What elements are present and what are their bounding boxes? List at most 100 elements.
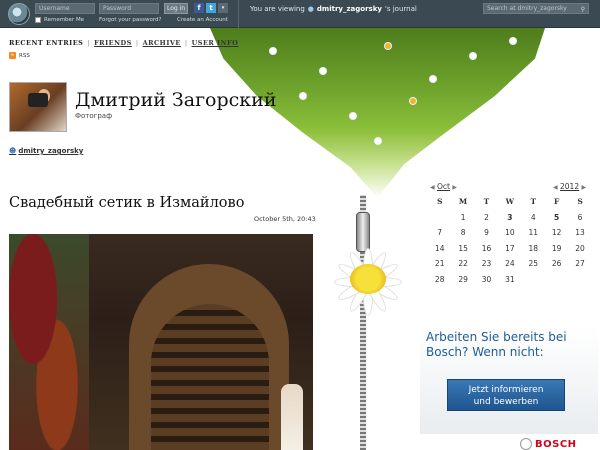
viewing-suffix: 's journal — [384, 5, 417, 13]
photo-figure — [281, 384, 303, 450]
calendar-day: 1 — [460, 212, 466, 222]
username-input[interactable]: Username — [35, 3, 95, 14]
username-label: dmitry_zagorsky — [18, 147, 84, 155]
bosch-wordmark: BOSCH — [535, 438, 577, 450]
calendar-day: 20 — [575, 243, 585, 253]
nav-separator: | — [184, 39, 188, 47]
ad-cta-line1: Jetzt informieren — [468, 385, 544, 395]
username-link[interactable]: ☻ dmitry_zagorsky — [9, 147, 83, 155]
calendar-day: 9 — [484, 228, 489, 238]
calendar-day: 4 — [530, 212, 536, 222]
nav-recent-entries[interactable]: RECENT ENTRIES — [9, 39, 83, 47]
nav-separator: | — [87, 39, 91, 47]
ad-headline: Arbeiten Sie bereits bei Bosch? Wenn nic… — [426, 330, 567, 359]
calendar-day: 25 — [528, 259, 539, 269]
calendar-day: 23 — [481, 259, 492, 269]
chevron-right-icon[interactable]: ▶ — [582, 184, 587, 191]
calendar-week-row: 14 15 16 17 18 19 20 — [428, 241, 592, 257]
calendar-day: 27 — [575, 259, 585, 269]
user-icon: ☻ — [9, 147, 17, 155]
chevron-down-icon[interactable]: ▾ — [218, 3, 228, 13]
journal-subtitle: Фотограф — [75, 112, 113, 120]
flower-decoration — [270, 48, 276, 54]
calendar-day: 26 — [551, 259, 562, 269]
bosch-ad[interactable]: Arbeiten Sie bereits bei Bosch? Wenn nic… — [420, 326, 598, 434]
calendar-weekday: T — [530, 197, 537, 207]
calendar-month[interactable]: Oct — [437, 182, 450, 191]
create-account-link[interactable]: Create an Account — [177, 17, 228, 23]
calendar-day: 6 — [577, 212, 583, 222]
nav-archive[interactable]: ARCHIVE — [143, 39, 181, 47]
nav-friends[interactable]: FRIENDS — [94, 39, 132, 47]
photo-foliage — [9, 234, 89, 450]
entry-photo[interactable] — [9, 234, 313, 450]
calendar-weekday: F — [553, 197, 560, 207]
flower-decoration — [510, 38, 516, 44]
calendar-weekday: T — [483, 197, 490, 207]
flower-decoration — [470, 53, 476, 59]
calendar-day: 7 — [437, 228, 443, 238]
livejournal-logo-icon[interactable] — [8, 3, 30, 25]
search-icon[interactable]: ⚲ — [581, 5, 585, 14]
flower-decoration — [410, 98, 416, 104]
calendar-week-row: 7 8 9 10 11 12 13 — [428, 225, 592, 241]
ad-cta-line2: und bewerben — [473, 397, 539, 407]
photo-door — [151, 304, 269, 450]
calendar-day[interactable]: 3 — [498, 213, 521, 222]
calendar-weekday: W — [505, 197, 515, 207]
calendar-day: 10 — [505, 228, 515, 238]
flower-decoration — [350, 113, 356, 119]
calendar-weekday: S — [577, 197, 583, 207]
calendar-year-nav: ◀ 2012 ▶ — [553, 182, 586, 191]
bosch-logo-icon — [520, 438, 532, 450]
daisy-icon — [318, 238, 418, 326]
nav-user-info[interactable]: USER INFO — [192, 39, 239, 47]
ad-cta-button[interactable]: Jetzt informieren und bewerben — [447, 379, 565, 411]
remember-me[interactable]: Remember Me — [35, 17, 84, 23]
flower-decoration — [320, 68, 326, 74]
rss-label: RSS — [19, 52, 30, 59]
calendar-month-nav: ◀ Oct ▶ — [430, 182, 457, 191]
top-bar: Username Password Log in f t ▾ Remember … — [0, 0, 600, 28]
calendar-day: 15 — [458, 243, 468, 253]
calendar-day: 29 — [458, 274, 468, 284]
calendar-year[interactable]: 2012 — [560, 182, 579, 191]
calendar-day: 2 — [484, 212, 489, 222]
calendar-day: 12 — [551, 228, 562, 238]
calendar-day: 19 — [551, 243, 562, 253]
password-input[interactable]: Password — [99, 3, 159, 14]
calendar-weekday-row: SMTWTFS — [428, 194, 592, 210]
avatar[interactable] — [9, 82, 67, 132]
search-input[interactable]: Search at dmitry_zagorsky ⚲ — [483, 3, 589, 14]
login-button[interactable]: Log in — [164, 3, 188, 14]
calendar-day: 31 — [505, 274, 515, 284]
chevron-left-icon[interactable]: ◀ — [430, 184, 435, 191]
calendar-day: 8 — [460, 228, 466, 238]
viewing-user-link[interactable]: dmitry_zagorsky — [317, 5, 382, 13]
entry-title[interactable]: Свадебный сетик в Измайлово — [9, 194, 249, 212]
remember-me-label: Remember Me — [44, 17, 85, 23]
facebook-icon[interactable]: f — [194, 3, 204, 13]
camera-icon — [28, 93, 48, 107]
calendar-day[interactable]: 5 — [545, 213, 568, 222]
chevron-right-icon[interactable]: ▶ — [452, 184, 457, 191]
viewing-prefix: You are viewing — [250, 5, 305, 13]
calendar-day: 24 — [505, 259, 515, 269]
calendar-week-row: 28 29 30 31 — [428, 272, 592, 288]
calendar-day: 13 — [575, 228, 585, 238]
calendar-weekday: S — [436, 197, 443, 207]
chevron-left-icon[interactable]: ◀ — [553, 184, 558, 191]
bosch-brand[interactable]: BOSCH — [520, 438, 577, 450]
rss-link[interactable]: ≈ RSS — [9, 52, 30, 59]
calendar-week-row: 1 23456 — [428, 210, 592, 226]
forgot-password-link[interactable]: Forgot your password? — [99, 17, 161, 23]
flower-decoration — [430, 76, 436, 82]
remember-me-checkbox[interactable] — [35, 17, 41, 23]
calendar-day: 17 — [505, 243, 515, 253]
calendar-day: 22 — [458, 259, 468, 269]
viewing-notice: You are viewing ● dmitry_zagorsky's jour… — [250, 5, 417, 13]
nav-separator: | — [135, 39, 139, 47]
entry-date: October 5th, 20:43 — [254, 215, 316, 223]
twitter-icon[interactable]: t — [206, 3, 216, 13]
calendar-day: 28 — [434, 274, 445, 284]
